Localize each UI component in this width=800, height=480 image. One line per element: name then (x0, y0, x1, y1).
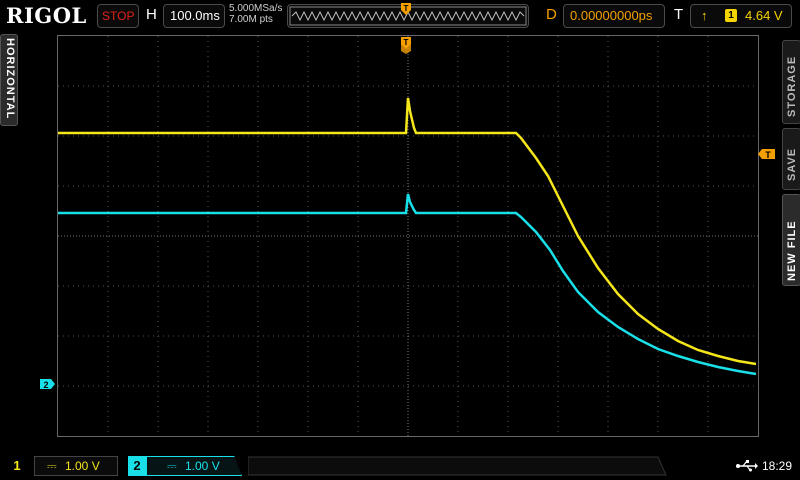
top-status-bar: RIGOL STOP H 100.0ms 5.000MSa/s 7.00M pt… (0, 0, 800, 32)
trigger-level: 4.64 V (745, 8, 783, 23)
timebase-value: 100.0ms (170, 8, 220, 23)
timebase-box[interactable]: 100.0ms (163, 4, 225, 28)
ch2-number: 2 (128, 456, 146, 476)
save-tab-label: SAVE (786, 147, 798, 181)
ch1-number: 1 (13, 458, 21, 473)
sample-rate: 5.000MSa/s (229, 3, 283, 14)
dc-coupling-icon: ⎓ (167, 459, 177, 473)
ch1-trace (58, 97, 757, 366)
trigger-marker-letter: T (404, 38, 409, 47)
trigger-box[interactable]: ↑ 1 4.64 V (690, 4, 792, 28)
ch2-trace (58, 193, 757, 376)
left-panel: HORIZONTAL (0, 32, 18, 452)
graticule (58, 36, 758, 436)
horizontal-label: H (146, 6, 157, 23)
acquisition-info: 5.000MSa/s 7.00M pts (229, 3, 282, 25)
right-menu-panel: STORAGE SAVE NEW FILE (780, 32, 800, 452)
rising-edge-icon: ↑ (701, 8, 708, 23)
horizontal-tab[interactable]: HORIZONTAL (0, 34, 18, 126)
ch2-scale-box: ⎓ 1.00 V (146, 456, 242, 476)
trigger-label: T (674, 6, 684, 23)
storage-tab-label: STORAGE (786, 55, 798, 117)
trigger-top-letter: T (404, 4, 409, 13)
delay-label: D (546, 6, 557, 23)
horizontal-tab-label: HORIZONTAL (4, 38, 16, 120)
trigger-position-top-icon: T (401, 3, 411, 15)
storage-tab[interactable]: STORAGE (782, 40, 800, 124)
run-stop-indicator[interactable]: STOP (97, 4, 139, 28)
clock: 18:29 (762, 459, 793, 473)
ch1-scale-box: ⎓ 1.00 V (34, 456, 118, 476)
trigger-level-letter: T (765, 150, 771, 160)
empty-channel-slot (248, 456, 667, 476)
save-tab[interactable]: SAVE (782, 128, 800, 190)
ch2-marker-label: 2 (43, 380, 48, 390)
new-file-tab-label: NEW FILE (786, 220, 798, 281)
ch2-scale: 1.00 V (185, 459, 220, 473)
ch2-panel[interactable]: 2 ⎓ 1.00 V (126, 456, 246, 476)
memory-depth: 7.00M pts (229, 14, 273, 25)
waveform-display[interactable] (57, 35, 759, 437)
dc-coupling-icon: ⎓ (47, 459, 57, 473)
trigger-source: 1 (725, 9, 737, 22)
ch1-scale: 1.00 V (65, 459, 100, 473)
brand-logo: RIGOL (6, 3, 87, 28)
run-state: STOP (102, 9, 135, 23)
new-file-tab[interactable]: NEW FILE (782, 194, 800, 286)
delay-box[interactable]: 0.00000000ps (563, 4, 665, 28)
ch1-panel[interactable]: 1 ⎓ 1.00 V (6, 456, 122, 476)
trigger-position-marker[interactable]: T (400, 36, 412, 54)
trigger-level-marker[interactable]: T (758, 148, 776, 160)
ch2-offset-marker[interactable]: 2 (40, 378, 56, 390)
delay-value: 0.00000000ps (570, 8, 653, 23)
usb-icon (736, 460, 758, 472)
